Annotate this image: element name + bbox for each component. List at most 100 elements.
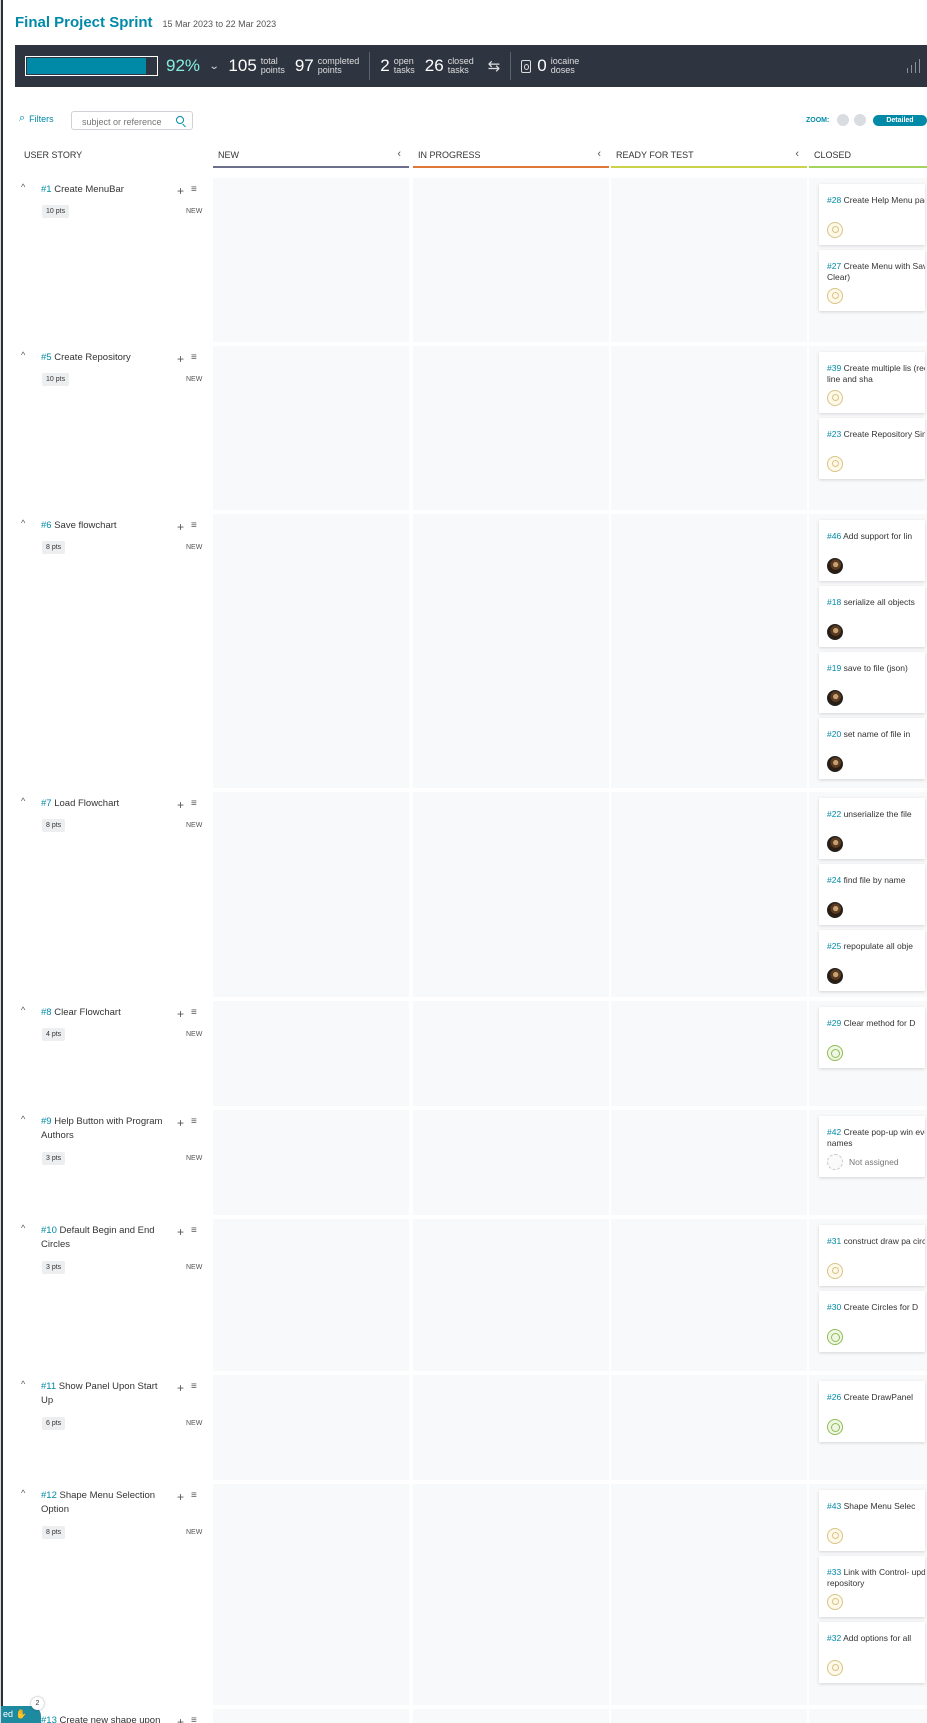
- lane-cell[interactable]: [413, 178, 609, 342]
- story-status[interactable]: NEW: [186, 376, 202, 383]
- bulk-add-icon[interactable]: ≡: [191, 520, 197, 531]
- chevron-down-icon[interactable]: ⌄: [209, 61, 220, 72]
- task-card[interactable]: #46 Add support for lin: [819, 520, 925, 581]
- assignee-avatar[interactable]: [827, 690, 843, 706]
- user-story-subject[interactable]: Save flowchart: [54, 520, 116, 531]
- assignee-avatar[interactable]: [827, 1528, 843, 1544]
- task-subject[interactable]: set name of file in: [844, 729, 911, 739]
- user-story-ref[interactable]: #13: [41, 1715, 57, 1723]
- task-ref[interactable]: #39: [827, 363, 841, 373]
- user-story-subject[interactable]: Load Flowchart: [54, 798, 119, 809]
- task-title[interactable]: #39 Create multiple lis (rectangle, line…: [827, 363, 925, 385]
- zoom-level-2[interactable]: [854, 114, 867, 126]
- lane-cell[interactable]: [611, 1001, 807, 1106]
- bulk-add-icon[interactable]: ≡: [191, 798, 197, 809]
- lane-cell[interactable]: [611, 346, 807, 510]
- task-ref[interactable]: #42: [827, 1127, 841, 1137]
- task-subject[interactable]: Create Menu with Save, Load, Clear): [827, 261, 925, 282]
- task-title[interactable]: #33 Link with Control- update repository: [827, 1567, 925, 1589]
- task-card[interactable]: #20 set name of file in: [819, 718, 925, 779]
- task-subject[interactable]: serialize all objects: [844, 597, 915, 607]
- zoom-level-1[interactable]: [837, 114, 850, 126]
- add-task-icon[interactable]: +: [177, 1381, 184, 1395]
- lane-cell[interactable]: [413, 1001, 609, 1106]
- assignee-avatar[interactable]: [827, 1594, 843, 1610]
- add-task-icon[interactable]: +: [177, 1490, 184, 1504]
- task-title[interactable]: #43 Shape Menu Selec: [827, 1501, 925, 1512]
- lane-cell[interactable]: [213, 178, 409, 342]
- story-status[interactable]: NEW: [186, 1155, 202, 1162]
- user-story-ref[interactable]: #9: [41, 1116, 52, 1127]
- collapse-column-icon[interactable]: ‹: [795, 148, 799, 160]
- story-status[interactable]: NEW: [186, 544, 202, 551]
- task-card[interactable]: #25 repopulate all obje: [819, 930, 925, 991]
- assignee-avatar[interactable]: [827, 1660, 843, 1676]
- lane-cell[interactable]: [413, 1709, 609, 1723]
- task-subject[interactable]: repopulate all obje: [844, 941, 913, 951]
- sprint-title[interactable]: Final Project Sprint: [15, 14, 153, 31]
- story-status[interactable]: NEW: [186, 208, 202, 215]
- task-card[interactable]: #23 Create Repository Singleton: [819, 418, 925, 479]
- task-subject[interactable]: Link with Control- update repository: [827, 1567, 925, 1588]
- user-story-title[interactable]: #11 Show Panel Upon Start Up: [41, 1380, 171, 1408]
- lane-cell[interactable]: [611, 1219, 807, 1371]
- task-card[interactable]: #30 Create Circles for D: [819, 1291, 925, 1352]
- lane-cell[interactable]: [213, 514, 409, 788]
- task-title[interactable]: #42 Create pop-up win everyone's names: [827, 1127, 925, 1149]
- task-subject[interactable]: Create multiple lis (rectangle, line and…: [827, 363, 925, 384]
- task-subject[interactable]: Shape Menu Selec: [844, 1501, 916, 1511]
- task-ref[interactable]: #43: [827, 1501, 841, 1511]
- lane-cell[interactable]: [413, 1375, 609, 1480]
- lane-cell[interactable]: [413, 792, 609, 997]
- lane-cell[interactable]: [213, 792, 409, 997]
- task-title[interactable]: #46 Add support for lin: [827, 531, 925, 542]
- bulk-add-icon[interactable]: ≡: [191, 1007, 197, 1018]
- assignee-avatar[interactable]: [827, 390, 843, 406]
- task-subject[interactable]: save to file (json): [844, 663, 908, 673]
- task-ref[interactable]: #26: [827, 1392, 841, 1402]
- lane-cell[interactable]: [213, 1110, 409, 1215]
- user-story-ref[interactable]: #8: [41, 1007, 52, 1018]
- bulk-add-icon[interactable]: ≡: [191, 1116, 197, 1127]
- lane-cell[interactable]: [213, 1375, 409, 1480]
- task-title[interactable]: #24 find file by name: [827, 875, 925, 886]
- task-subject[interactable]: find file by name: [844, 875, 906, 885]
- task-card[interactable]: #33 Link with Control- update repository: [819, 1556, 925, 1617]
- collapse-story-icon[interactable]: ^: [21, 1488, 25, 1498]
- task-title[interactable]: #27 Create Menu with Save, Load, Clear): [827, 261, 925, 283]
- add-task-icon[interactable]: +: [177, 1007, 184, 1021]
- task-ref[interactable]: #24: [827, 875, 841, 885]
- lane-cell[interactable]: [611, 178, 807, 342]
- lane-cell[interactable]: [213, 1001, 409, 1106]
- lane-cell[interactable]: [611, 1375, 807, 1480]
- search-input[interactable]: [72, 113, 192, 131]
- add-task-icon[interactable]: +: [177, 798, 184, 812]
- collapse-story-icon[interactable]: ^: [21, 1114, 25, 1124]
- collapse-story-icon[interactable]: ^: [21, 518, 25, 528]
- task-title[interactable]: #32 Add options for all: [827, 1633, 925, 1644]
- task-ref[interactable]: #27: [827, 261, 841, 271]
- user-story-ref[interactable]: #7: [41, 798, 52, 809]
- lane-cell[interactable]: [809, 1709, 927, 1723]
- task-subject[interactable]: Create pop-up win everyone's names: [827, 1127, 925, 1148]
- user-story-title[interactable]: #10 Default Begin and End Circles: [41, 1224, 171, 1252]
- lane-cell[interactable]: [413, 514, 609, 788]
- task-card[interactable]: #27 Create Menu with Save, Load, Clear): [819, 250, 925, 311]
- lane-cell[interactable]: [213, 346, 409, 510]
- user-story-ref[interactable]: #11: [41, 1381, 56, 1392]
- user-story-title[interactable]: #12 Shape Menu Selection Option: [41, 1489, 171, 1517]
- assignee-avatar[interactable]: [827, 1329, 843, 1345]
- task-subject[interactable]: Create Help Menu page: [844, 195, 925, 205]
- assignee-avatar[interactable]: [827, 836, 843, 852]
- lane-cell[interactable]: [611, 792, 807, 997]
- user-story-ref[interactable]: #6: [41, 520, 52, 531]
- task-ref[interactable]: #25: [827, 941, 841, 951]
- task-title[interactable]: #19 save to file (json): [827, 663, 925, 674]
- task-subject[interactable]: Add support for lin: [843, 531, 912, 541]
- task-title[interactable]: #28 Create Help Menu page: [827, 195, 925, 206]
- zoom-level-detailed[interactable]: Detailed: [873, 114, 927, 126]
- task-title[interactable]: #30 Create Circles for D: [827, 1302, 925, 1313]
- task-ref[interactable]: #18: [827, 597, 841, 607]
- bulk-add-icon[interactable]: ≡: [191, 1490, 197, 1501]
- add-task-icon[interactable]: +: [177, 1225, 184, 1239]
